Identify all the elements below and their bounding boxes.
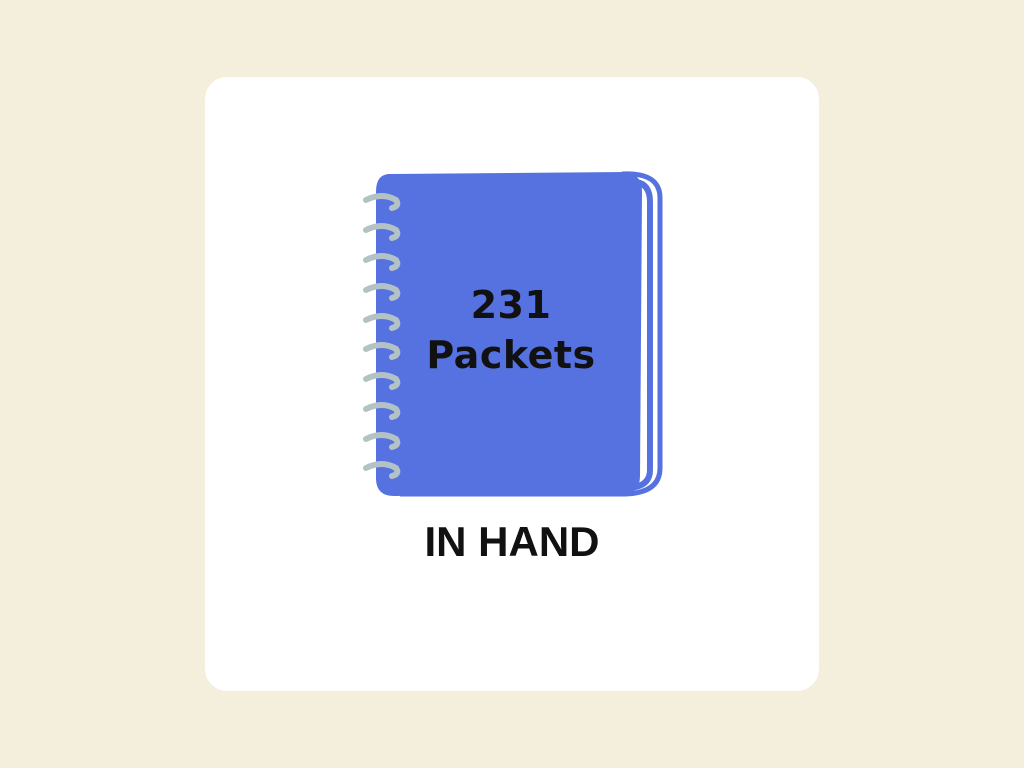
packet-count: 231 [470,283,552,327]
packet-count-label: 231 Packets [380,280,642,380]
packet-unit: Packets [426,333,596,377]
page: 231 Packets IN HAND [0,0,1024,768]
status-caption: IN HAND [424,518,600,565]
